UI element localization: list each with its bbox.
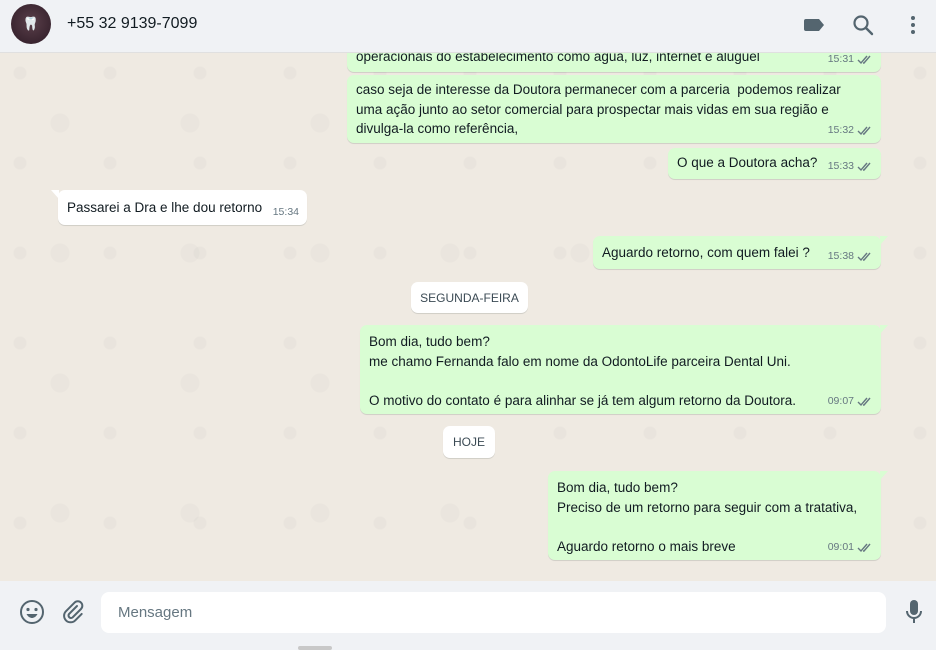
message-outgoing[interactable]: Aguardo retorno, com quem falei ? 15:38 [593,236,888,269]
message-input[interactable] [101,592,886,633]
message-time: 15:33 [827,159,854,172]
message-text: operacionais do estabelecimento como águ… [356,53,760,64]
message-time: 15:32 [827,123,854,136]
message-time: 15:34 [272,205,299,218]
message-time: 15:31 [827,53,854,65]
message-meta: 15:32 [828,121,873,141]
message-outgoing[interactable]: Bom dia, tudo bem? Preciso de um retorno… [548,471,888,560]
read-double-check-icon [857,162,871,171]
search-icon[interactable] [851,13,875,37]
message-meta: 09:07 [828,392,873,412]
emoji-icon[interactable] [18,598,46,626]
message-meta: 15:34 [273,203,299,223]
message-outgoing[interactable]: caso seja de interesse da Doutora perman… [347,75,881,143]
read-double-check-icon [857,252,871,261]
chat-header: 🦷 +55 32 9139-7099 [0,0,936,53]
read-double-check-icon [857,397,871,406]
message-text: Bom dia, tudo bem? me chamo Fernanda fal… [369,334,796,408]
message-outgoing[interactable]: Bom dia, tudo bem? me chamo Fernanda fal… [360,325,888,414]
label-icon[interactable] [803,13,827,37]
read-double-check-icon [857,55,871,64]
date-divider: SEGUNDA-FEIRA [411,282,528,313]
message-time: 09:07 [827,394,854,407]
message-incoming[interactable]: Passarei a Dra e lhe dou retorno 15:34 [51,190,307,225]
message-meta: 15:31 [828,53,873,69]
message-time: 09:01 [827,540,854,553]
contact-avatar[interactable]: 🦷 [11,4,51,44]
message-time: 15:38 [827,249,854,262]
scrollbar-handle[interactable] [298,646,332,650]
message-outgoing[interactable]: operacionais do estabelecimento como águ… [347,53,881,72]
chat-area[interactable]: operacionais do estabelecimento como águ… [0,53,936,581]
message-outgoing[interactable]: O que a Doutora acha? 15:33 [668,148,881,179]
message-text: Passarei a Dra e lhe dou retorno [67,200,263,215]
message-text: caso seja de interesse da Doutora perman… [356,82,841,136]
attach-icon[interactable] [59,598,87,626]
compose-bar [0,581,936,650]
read-double-check-icon [857,543,871,552]
message-meta: 15:38 [828,247,873,267]
menu-icon[interactable] [901,13,925,37]
read-double-check-icon [857,126,871,135]
contact-name[interactable]: +55 32 9139-7099 [67,15,197,33]
tooth-logo-icon: 🦷 [22,16,40,31]
message-meta: 09:01 [828,538,873,558]
date-divider: HOJE [443,426,495,458]
mic-icon[interactable] [900,598,928,626]
message-text: Bom dia, tudo bem? Preciso de um retorno… [557,480,858,554]
message-meta: 15:33 [828,157,873,177]
